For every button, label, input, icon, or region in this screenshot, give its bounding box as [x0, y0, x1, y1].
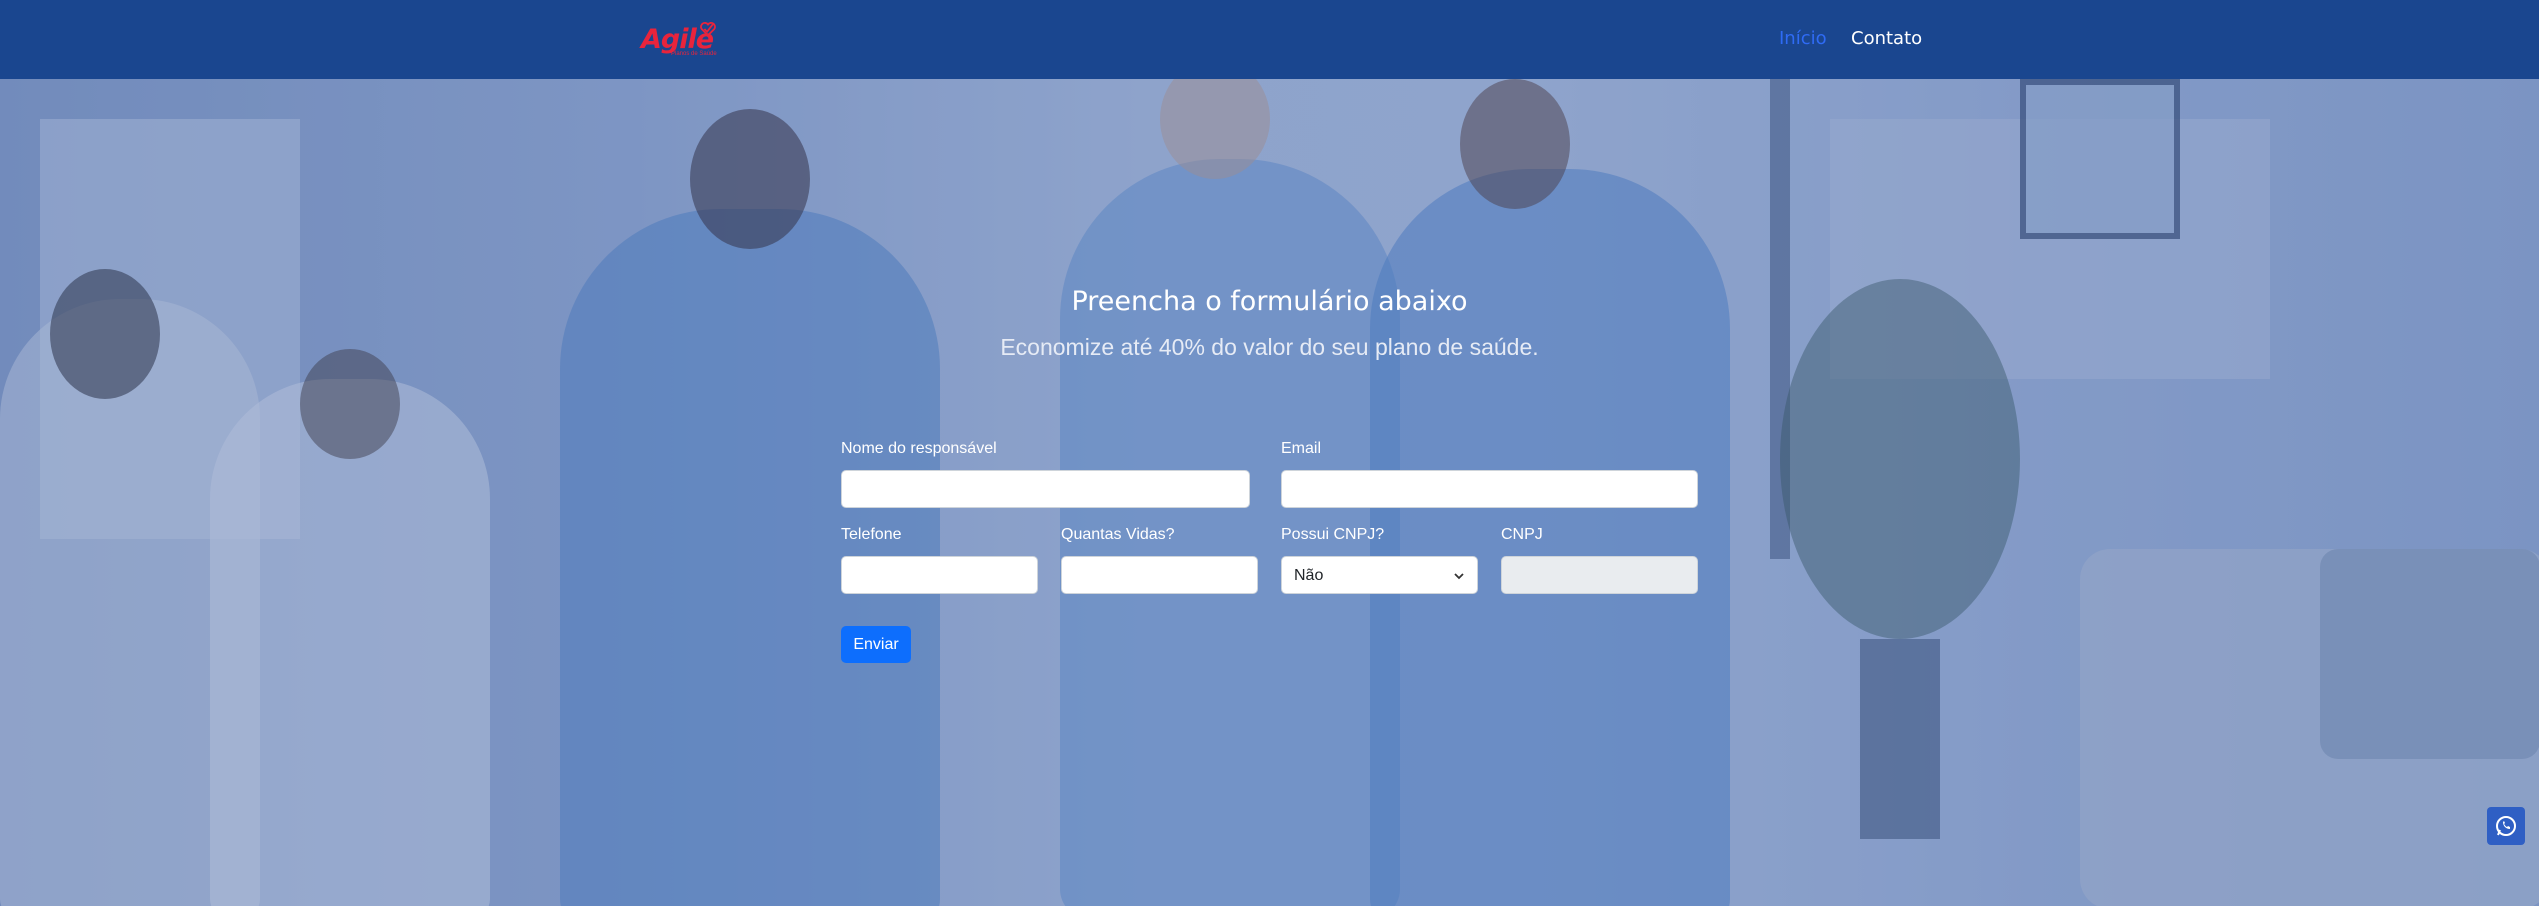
form-subtitle: Economize até 40% do valor do seu plano … [1000, 334, 1539, 360]
logo-tagline: Planos de Saúde [671, 51, 717, 57]
heart-check-icon [700, 22, 716, 37]
cnpj-input[interactable] [1501, 556, 1698, 594]
whatsapp-icon [2496, 816, 2516, 836]
agile-logo[interactable]: Agile Planos de Saúde [641, 20, 721, 60]
whatsapp-button[interactable] [2487, 807, 2525, 845]
possui-cnpj-label: Possui CNPJ? [1281, 526, 1385, 543]
telefone-input[interactable] [841, 556, 1038, 594]
cnpj-label: CNPJ [1501, 526, 1543, 543]
enviar-button[interactable]: Enviar [841, 626, 911, 663]
nome-input[interactable] [841, 470, 1250, 508]
hero-background-photo [0, 79, 2539, 906]
nome-label: Nome do responsável [841, 440, 997, 457]
email-label: Email [1281, 440, 1322, 457]
nav-link-inicio[interactable]: Início [1779, 28, 1827, 49]
top-navbar: Agile Planos de Saúde Início Contato [0, 0, 2539, 79]
hero-overlay [0, 79, 2539, 906]
nav-link-contato[interactable]: Contato [1851, 28, 1922, 49]
email-input[interactable] [1281, 470, 1698, 508]
form-title: Preencha o formulário abaixo [1071, 286, 1468, 317]
possui-cnpj-select[interactable]: Não [1281, 556, 1478, 594]
vidas-input[interactable] [1061, 556, 1258, 594]
possui-cnpj-selected-value: Não [1294, 567, 1324, 584]
telefone-label: Telefone [841, 526, 902, 543]
chevron-down-icon [1454, 573, 1464, 580]
vidas-label: Quantas Vidas? [1061, 526, 1175, 543]
